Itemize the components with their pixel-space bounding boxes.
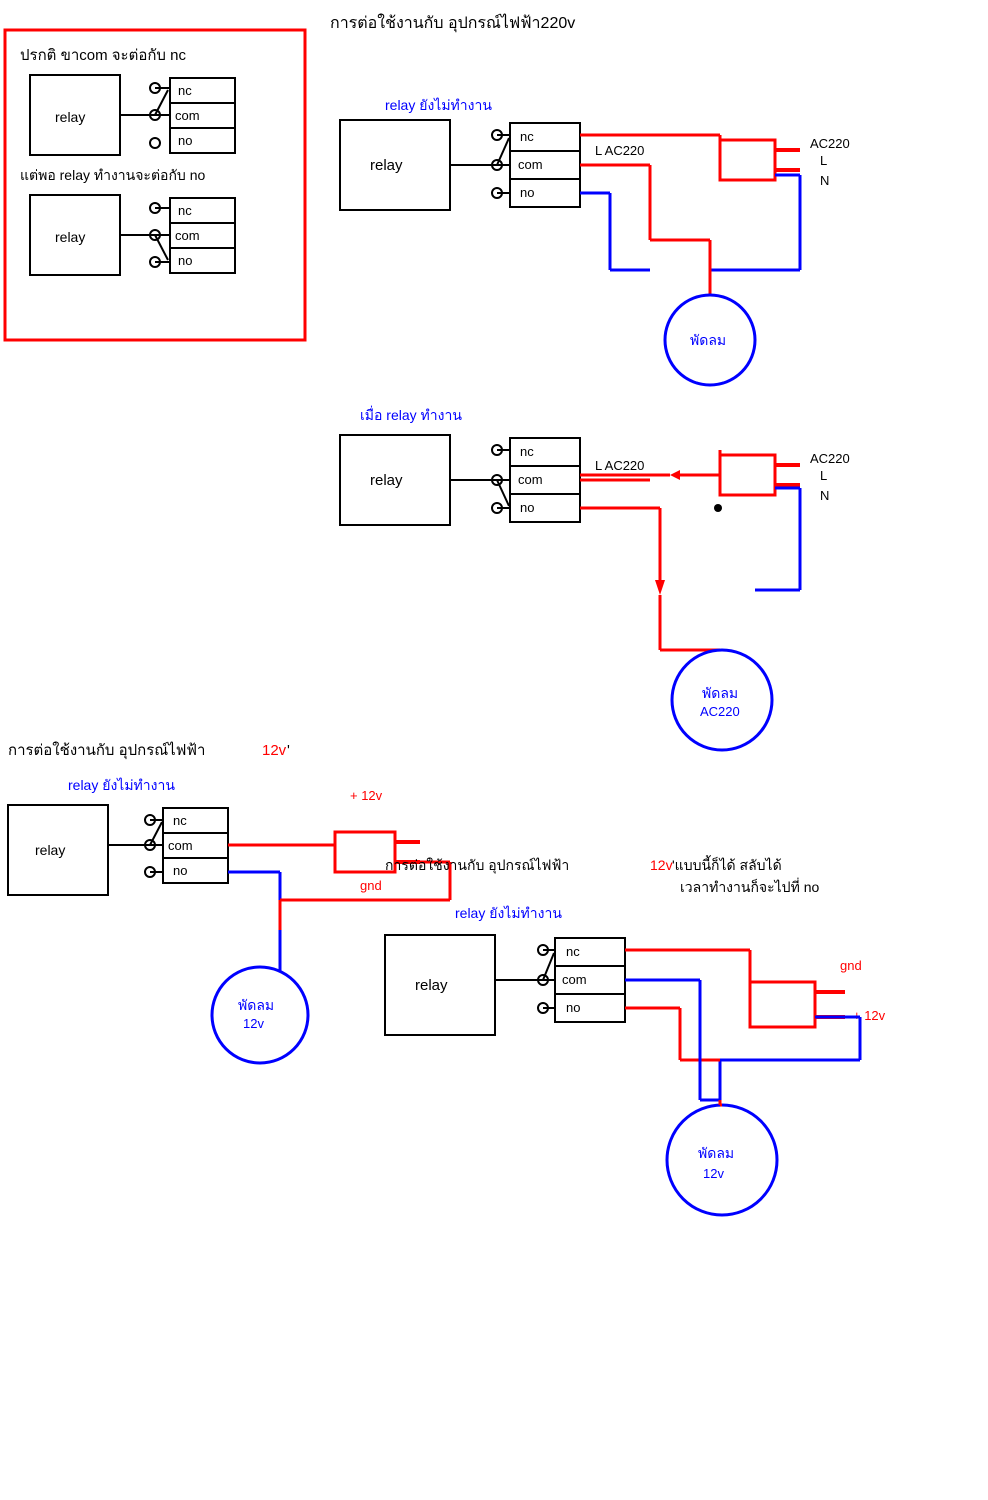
svg-text:nc: nc [520,444,534,459]
svg-text:L: L [820,468,827,483]
ac220-fan1-label: พัดลม [690,332,726,348]
svg-text:nc: nc [566,944,580,959]
svg-text:L AC220: L AC220 [595,458,644,473]
svg-text:com: com [168,838,193,853]
svg-text:no: no [520,185,534,200]
svg-text:พัดลม: พัดลม [702,685,738,701]
svg-text:no: no [173,863,187,878]
dc12v-rev-relay-label: relay [415,977,448,994]
svg-text:+ 12v: + 12v [350,788,383,803]
ac220-relay2-label: relay [370,472,403,489]
svg-text:com: com [562,972,587,987]
svg-text:gnd: gnd [360,878,382,893]
svg-text:12v: 12v [243,1016,264,1031]
svg-text:L: L [820,153,827,168]
svg-text:no: no [178,253,192,268]
intro-title-1: ปรกติ ขาcom จะต่อกับ nc [20,47,186,64]
svg-text:N: N [820,173,829,188]
svg-text:no: no [520,500,534,515]
svg-text:nc: nc [178,83,192,98]
dc12v-rev-note2: เวลาทำงานก็จะไปที่ no [680,878,819,895]
svg-text:แต่พอ relay ทำงานจะต่อกับ no: แต่พอ relay ทำงานจะต่อกับ no [20,167,205,183]
dc12v-rev-state: relay ยังไม่ทำงาน [455,905,562,921]
svg-text:com: com [518,157,543,172]
svg-text:พัดลม: พัดลม [238,997,274,1013]
svg-text:AC220: AC220 [810,136,850,151]
svg-text:AC220: AC220 [810,451,850,466]
dc12v-rev-voltage: 12v [650,857,673,873]
svg-text:relay: relay [55,229,85,245]
svg-text:com: com [518,472,543,487]
svg-text:พัดลม: พัดลม [698,1145,734,1161]
svg-text:AC220: AC220 [700,704,740,719]
svg-text:gnd: gnd [840,958,862,973]
intro-relay1-label: relay [55,109,85,125]
dc12v-heading: การต่อใช้งานกับ อุปกรณ์ไฟฟ้า [8,741,205,760]
svg-text:': ' [287,742,290,759]
dc12v-rev-heading: การต่อใช้งานกับ อุปกรณ์ไฟฟ้า [385,857,569,874]
svg-text:com: com [175,108,200,123]
svg-text:12v: 12v [703,1166,724,1181]
svg-text:nc: nc [178,203,192,218]
ac220-heading: การต่อใช้งานกับ อุปกรณ์ไฟฟ้า220v [330,13,575,33]
svg-text:no: no [566,1000,580,1015]
svg-text:L AC220: L AC220 [595,143,644,158]
svg-text:com: com [175,228,200,243]
ac220-state2-label: เมื่อ relay ทำงาน [360,406,462,423]
dc12v-relay-label: relay [35,842,65,858]
svg-text:N: N [820,488,829,503]
svg-text:no: no [178,133,192,148]
dc12v-rev-note: 'แบบนี้ก็ได้ สลับได้ [672,855,782,873]
dc12v-state-label: relay ยังไม่ทำงาน [68,777,175,793]
svg-text:nc: nc [520,129,534,144]
dc12v-voltage: 12v [262,742,287,759]
ac220-state1-label: relay ยังไม่ทำงาน [385,97,492,113]
svg-text:nc: nc [173,813,187,828]
ac220-relay1-label: relay [370,157,403,174]
